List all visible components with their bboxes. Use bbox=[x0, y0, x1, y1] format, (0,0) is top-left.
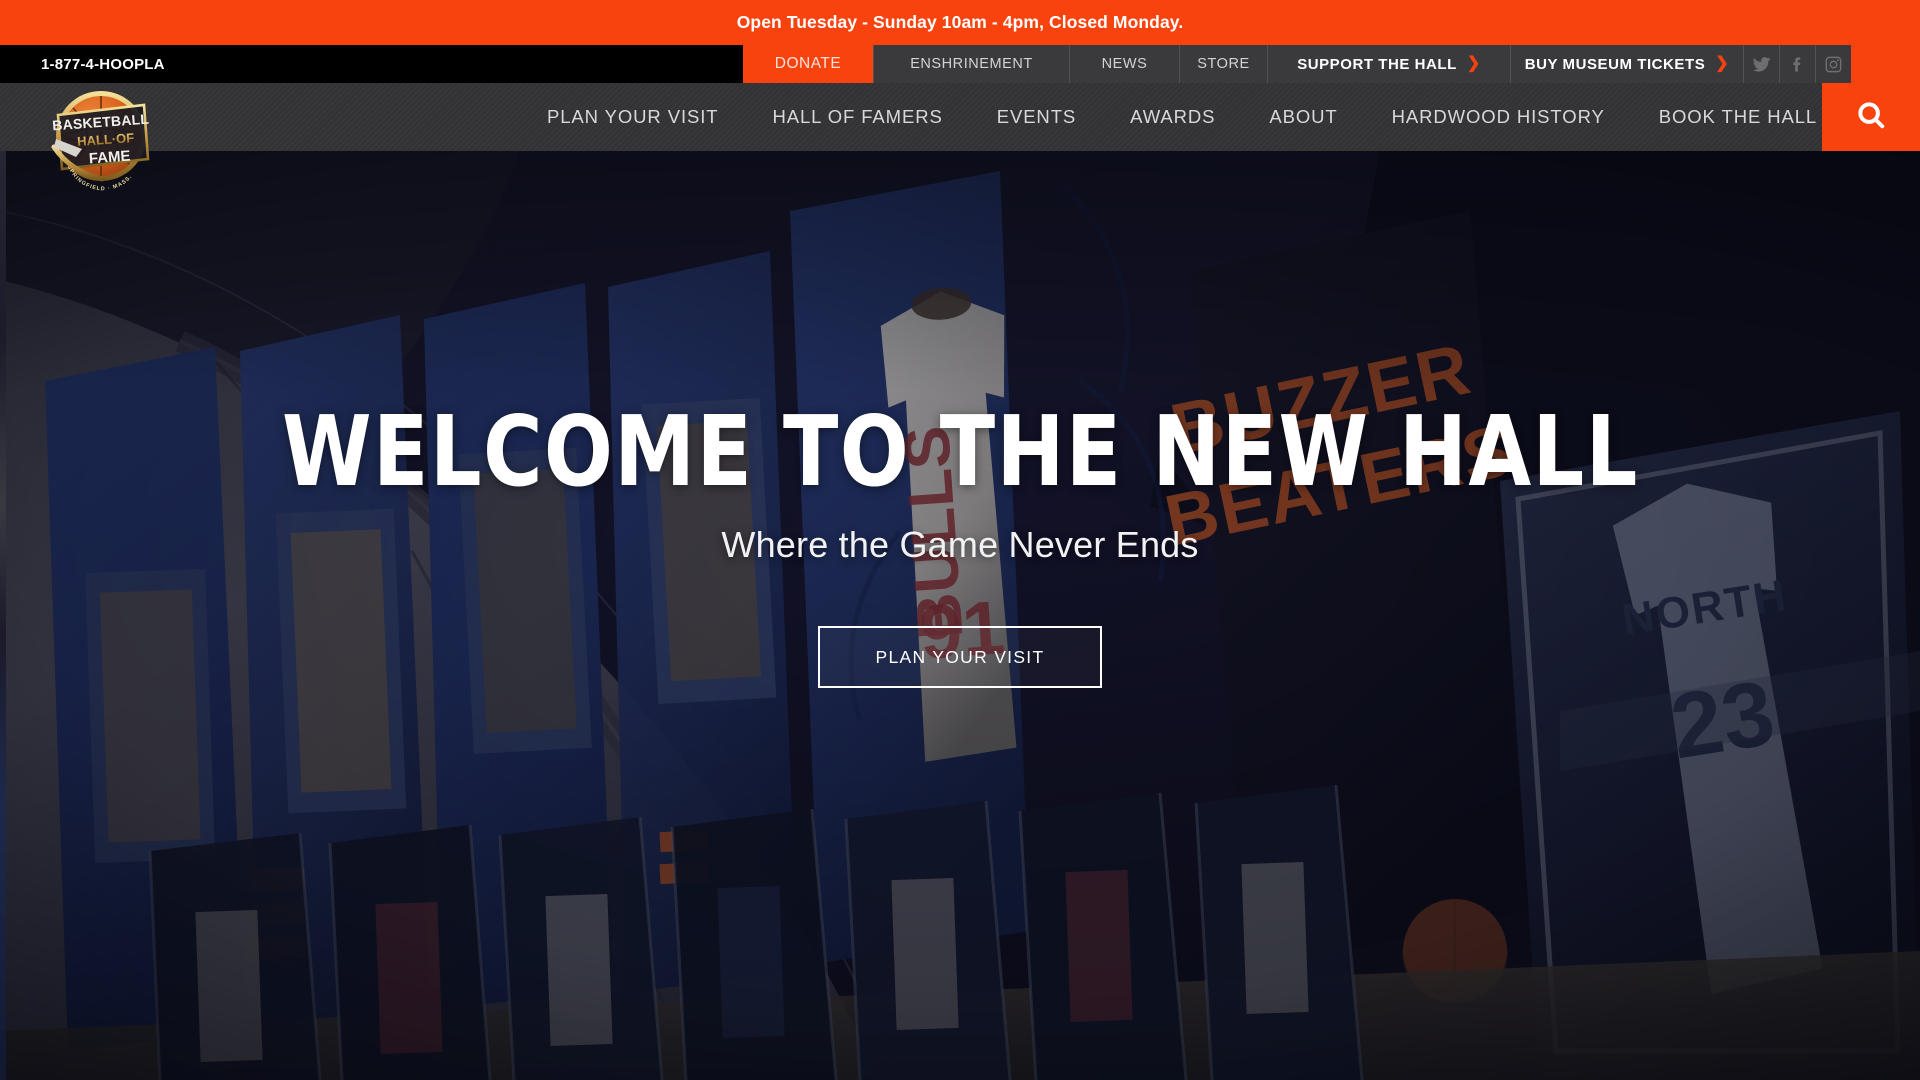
twitter-link[interactable] bbox=[1743, 45, 1779, 83]
hero-section: BULLS 91 BUZZER BEATERS NORTH 23 bbox=[0, 151, 1920, 1080]
nav-item-hardwood-history[interactable]: HARDWOOD HISTORY bbox=[1365, 83, 1632, 151]
utility-item-donate[interactable]: DONATE bbox=[743, 45, 873, 83]
utility-item-enshrinement-label: ENSHRINEMENT bbox=[910, 56, 1033, 72]
utility-item-buy-museum-tickets[interactable]: BUY MUSEUM TICKETS ❯ bbox=[1510, 45, 1743, 83]
nav-item-awards[interactable]: AWARDS bbox=[1103, 83, 1242, 151]
facebook-icon bbox=[1788, 55, 1807, 74]
utility-item-tickets-label: BUY MUSEUM TICKETS bbox=[1524, 55, 1706, 73]
nav-item-plan-your-visit[interactable]: PLAN YOUR VISIT bbox=[520, 83, 745, 151]
nav-links: PLAN YOUR VISIT HALL OF FAMERS EVENTS AW… bbox=[520, 83, 1844, 151]
instagram-icon bbox=[1824, 55, 1843, 74]
hero-content: WELCOME TO THE NEW HALL Where the Game N… bbox=[0, 151, 1920, 1080]
phone-number[interactable]: 1-877-4-HOOPLA bbox=[0, 56, 165, 73]
utility-item-enshrinement[interactable]: ENSHRINEMENT bbox=[873, 45, 1069, 83]
announcement-banner: Open Tuesday - Sunday 10am - 4pm, Closed… bbox=[0, 0, 1920, 45]
hero-title: WELCOME TO THE NEW HALL bbox=[281, 395, 1639, 508]
nav-item-events[interactable]: EVENTS bbox=[970, 83, 1103, 151]
page-root: BULLS 91 BUZZER BEATERS NORTH 23 bbox=[0, 0, 1920, 1080]
hero-subtitle: Where the Game Never Ends bbox=[721, 524, 1199, 565]
utility-item-store-label: STORE bbox=[1197, 56, 1250, 72]
site-logo[interactable]: BASKETBALL HALL·OF FAME SPRINGFIELD · MA… bbox=[40, 75, 162, 197]
plan-your-visit-button[interactable]: PLAN YOUR VISIT bbox=[818, 626, 1102, 688]
instagram-link[interactable] bbox=[1815, 45, 1851, 83]
utility-item-news-label: NEWS bbox=[1101, 56, 1148, 72]
announcement-text: Open Tuesday - Sunday 10am - 4pm, Closed… bbox=[736, 12, 1184, 32]
facebook-link[interactable] bbox=[1779, 45, 1815, 83]
utility-item-support-label: SUPPORT THE HALL bbox=[1297, 55, 1457, 73]
hero-left-edge-sliver bbox=[0, 151, 6, 1080]
utility-item-donate-label: DONATE bbox=[774, 55, 842, 72]
nav-item-about[interactable]: ABOUT bbox=[1242, 83, 1364, 151]
twitter-icon bbox=[1752, 55, 1771, 74]
utility-item-store[interactable]: STORE bbox=[1179, 45, 1267, 83]
nav-item-book-the-hall[interactable]: BOOK THE HALL bbox=[1632, 83, 1844, 151]
search-button[interactable] bbox=[1822, 83, 1920, 151]
chevron-right-icon: ❯ bbox=[1466, 55, 1481, 72]
utility-item-news[interactable]: NEWS bbox=[1069, 45, 1179, 83]
chevron-right-icon: ❯ bbox=[1715, 55, 1730, 72]
svg-text:FAME: FAME bbox=[88, 148, 131, 168]
utility-item-support-the-hall[interactable]: SUPPORT THE HALL ❯ bbox=[1267, 45, 1510, 83]
utility-bar: 1-877-4-HOOPLA DONATE ENSHRINEMENT NEWS … bbox=[0, 45, 1920, 83]
search-icon bbox=[1856, 100, 1886, 135]
utility-links: DONATE ENSHRINEMENT NEWS STORE SUPPORT T… bbox=[743, 45, 1920, 83]
nav-item-hall-of-famers[interactable]: HALL OF FAMERS bbox=[745, 83, 969, 151]
main-navigation: PLAN YOUR VISIT HALL OF FAMERS EVENTS AW… bbox=[0, 83, 1920, 151]
